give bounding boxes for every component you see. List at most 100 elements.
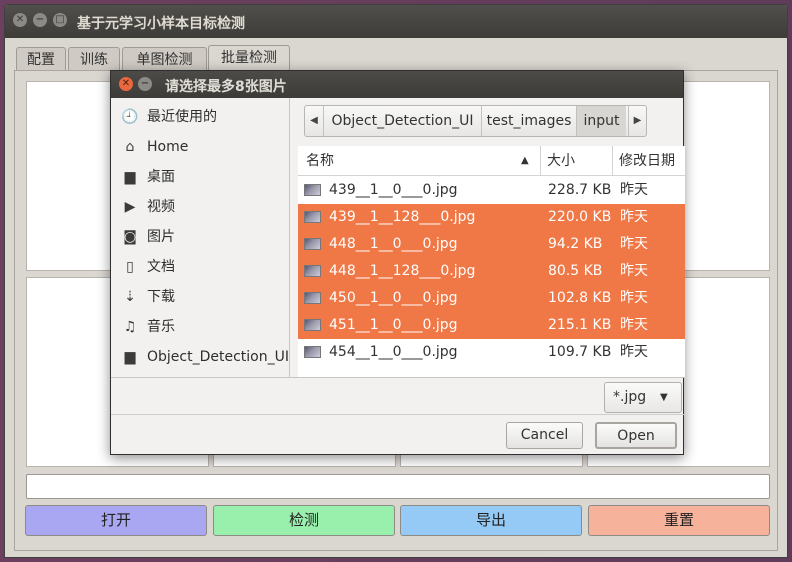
file-name: 451__1__0___0.jpg <box>329 317 458 333</box>
file-date: 昨天 <box>620 344 648 360</box>
sidebar-item-label: 桌面 <box>147 169 175 185</box>
image-thumbnail-icon <box>304 319 321 331</box>
file-row[interactable]: 450__1__0___0.jpg 102.8 KB 昨天 <box>298 285 685 312</box>
image-thumbnail-icon <box>304 211 321 223</box>
file-row[interactable]: 451__1__0___0.jpg 215.1 KB 昨天 <box>298 312 685 339</box>
file-type-filter[interactable]: *.jpg ▼ <box>604 382 682 413</box>
file-name: 439__1__0___0.jpg <box>329 182 458 198</box>
open-file-button[interactable]: Open <box>595 422 677 449</box>
sidebar-item-label: 最近使用的 <box>147 109 217 125</box>
column-name-label: 名称 <box>306 153 334 169</box>
folder-icon: ▆ <box>124 349 136 365</box>
sidebar-item-8[interactable]: ▆ Object_Detection_UI <box>111 342 290 372</box>
file-date: 昨天 <box>620 317 648 333</box>
sidebar-item-1[interactable]: ⌂ Home <box>111 132 290 162</box>
maximize-button[interactable]: □ <box>53 13 67 27</box>
music-icon: ♫ <box>123 319 137 335</box>
dialog-close-button[interactable]: ✕ <box>119 77 133 91</box>
sidebar-item-label: Object_Detection_UI <box>147 349 289 365</box>
sidebar-item-label: 音乐 <box>147 319 175 335</box>
places-sidebar: 🕘 最近使用的 ⌂ Home ▆ 桌面 ▶ 视频 ◙ 图片 ▯ 文档 ⇣ 下载 ♫ 音乐 ▆ Object_Det… <box>111 98 290 377</box>
chevron-down-icon: ▼ <box>660 392 668 403</box>
sidebar-item-7[interactable]: ♫ 音乐 <box>111 312 290 342</box>
file-list: 名称 ▲ 大小 修改日期 439__1__0___0.jpg 228.7 KB 昨天… <box>298 146 685 377</box>
minimize-button[interactable]: − <box>33 13 47 27</box>
file-size: 215.1 KB <box>548 317 612 333</box>
filter-value: *.jpg <box>613 389 647 405</box>
sidebar-item-5[interactable]: ▯ 文档 <box>111 252 290 282</box>
sidebar-item-6[interactable]: ⇣ 下载 <box>111 282 290 312</box>
file-name: 450__1__0___0.jpg <box>329 290 458 306</box>
file-name: 448__1__0___0.jpg <box>329 236 458 252</box>
camera-icon: ◙ <box>123 229 137 245</box>
breadcrumb-forward-icon[interactable]: ▶ <box>628 106 646 136</box>
image-thumbnail-icon <box>304 184 321 196</box>
file-name: 454__1__0___0.jpg <box>329 344 458 360</box>
sidebar-item-label: 文档 <box>147 259 175 275</box>
column-modified[interactable]: 修改日期 <box>612 146 685 176</box>
title-bar: ✕ − □ 基于元学习小样本目标检测 <box>5 5 787 38</box>
file-chooser-dialog: ✕ − 请选择最多8张图片 🕘 最近使用的 ⌂ Home ▆ 桌面 ▶ 视频 ◙ 图片 ▯ 文档 ⇣ 下载… <box>110 70 685 456</box>
file-row[interactable]: 439__1__0___0.jpg 228.7 KB 昨天 <box>298 177 685 204</box>
sidebar-item-label: 视频 <box>147 199 175 215</box>
breadcrumb: ◀ Object_Detection_UI test_images input … <box>304 105 647 137</box>
sidebar-item-0[interactable]: 🕘 最近使用的 <box>111 102 290 132</box>
detect-button[interactable]: 检测 <box>213 505 395 536</box>
file-row[interactable]: 448__1__0___0.jpg 94.2 KB 昨天 <box>298 231 685 258</box>
cancel-button[interactable]: Cancel <box>506 422 583 449</box>
file-row[interactable]: 454__1__0___0.jpg 109.7 KB 昨天 <box>298 339 685 366</box>
image-thumbnail-icon <box>304 265 321 277</box>
tab-batch-detect[interactable]: 批量检测 <box>208 45 290 72</box>
desktop-folder-icon: ▆ <box>124 169 136 185</box>
home-icon: ⌂ <box>125 139 135 155</box>
file-size: 109.7 KB <box>548 344 612 360</box>
column-size[interactable]: 大小 <box>540 146 612 176</box>
file-row[interactable]: 439__1__128___0.jpg 220.0 KB 昨天 <box>298 204 685 231</box>
file-size: 94.2 KB <box>548 236 603 252</box>
file-size: 228.7 KB <box>548 182 612 198</box>
file-date: 昨天 <box>620 209 648 225</box>
reset-button[interactable]: 重置 <box>588 505 770 536</box>
sidebar-item-label: 图片 <box>147 229 175 245</box>
recent-icon: 🕘 <box>121 109 139 125</box>
file-size: 80.5 KB <box>548 263 603 279</box>
video-icon: ▶ <box>124 199 136 215</box>
breadcrumb-back-icon[interactable]: ◀ <box>305 106 323 136</box>
file-size: 102.8 KB <box>548 290 612 306</box>
breadcrumb-test-images[interactable]: test_images <box>481 106 576 136</box>
file-size: 220.0 KB <box>548 209 612 225</box>
file-date: 昨天 <box>620 263 648 279</box>
tab-train[interactable]: 训练 <box>68 47 120 71</box>
column-name[interactable]: 名称 ▲ <box>306 146 536 176</box>
file-list-header: 名称 ▲ 大小 修改日期 <box>298 146 685 176</box>
sidebar-item-4[interactable]: ◙ 图片 <box>111 222 290 252</box>
sidebar-item-3[interactable]: ▶ 视频 <box>111 192 290 222</box>
image-thumbnail-icon <box>304 238 321 250</box>
download-icon: ⇣ <box>124 289 136 305</box>
sidebar-item-label: Home <box>147 139 189 155</box>
file-date: 昨天 <box>620 182 648 198</box>
file-date: 昨天 <box>620 236 648 252</box>
file-row[interactable]: 448__1__128___0.jpg 80.5 KB 昨天 <box>298 258 685 285</box>
close-button[interactable]: ✕ <box>13 13 27 27</box>
sidebar-item-2[interactable]: ▆ 桌面 <box>111 162 290 192</box>
image-thumbnail-icon <box>304 346 321 358</box>
document-icon: ▯ <box>126 259 134 275</box>
tab-single-detect[interactable]: 单图检测 <box>122 47 207 71</box>
breadcrumb-object-detection[interactable]: Object_Detection_UI <box>323 106 481 136</box>
dialog-title-bar: ✕ − 请选择最多8张图片 <box>111 71 683 98</box>
image-thumbnail-icon <box>304 292 321 304</box>
breadcrumb-input[interactable]: input <box>576 106 626 136</box>
filter-bar: *.jpg ▼ <box>111 377 685 414</box>
dialog-button-row: Cancel Open <box>111 414 685 456</box>
status-input[interactable] <box>26 474 770 499</box>
dialog-minimize-button[interactable]: − <box>138 77 152 91</box>
tab-config[interactable]: 配置 <box>16 47 66 71</box>
window-title: 基于元学习小样本目标检测 <box>77 16 245 32</box>
dialog-title: 请选择最多8张图片 <box>165 79 287 95</box>
export-button[interactable]: 导出 <box>400 505 582 536</box>
file-name: 448__1__128___0.jpg <box>329 263 476 279</box>
sidebar-item-label: 下载 <box>147 289 175 305</box>
open-button[interactable]: 打开 <box>25 505 207 536</box>
file-date: 昨天 <box>620 290 648 306</box>
